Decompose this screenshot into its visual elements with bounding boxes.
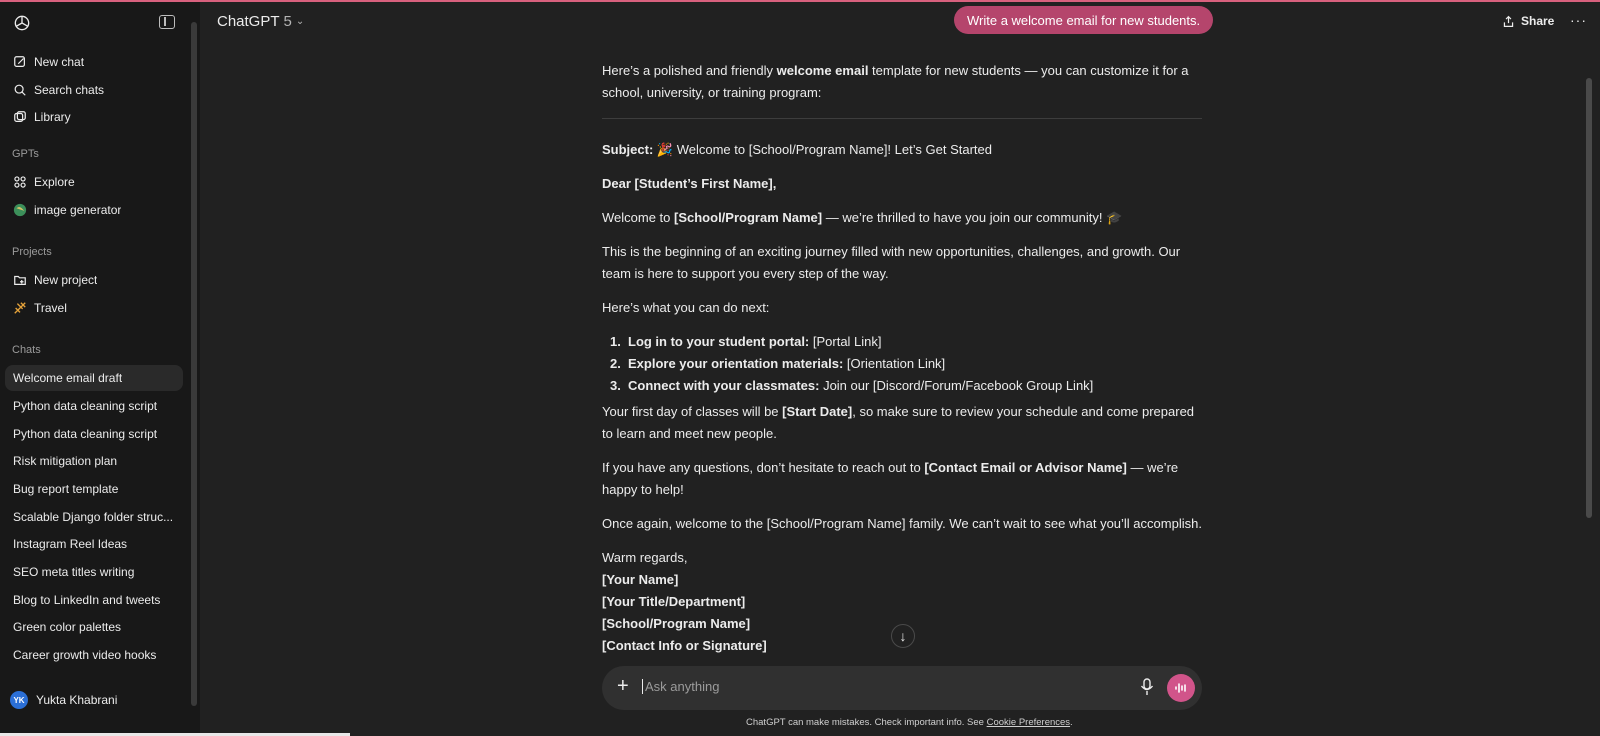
more-options-icon[interactable]: ··· [1570,12,1587,28]
waveform-icon [1175,683,1186,693]
chat-item-label: Instagram Reel Ideas [13,537,128,551]
share-label: Share [1521,14,1555,28]
sidebar-item-new-chat[interactable]: New chat [5,49,183,75]
chat-item-label: Python data cleaning script [13,399,158,413]
plus-icon[interactable]: + [617,675,629,698]
list-item: 2. Explore your orientation materials: [O… [610,356,946,371]
sidebar-item-library[interactable]: Library [5,104,183,130]
chat-item-label: Python data cleaning script [13,427,158,441]
chat-item[interactable]: Bug report template [5,476,183,502]
chat-item-label: Career growth video hooks [13,648,157,662]
chat-item[interactable]: Scalable Django folder struc... [5,504,183,530]
chat-item-label: Green color palettes [13,620,122,634]
chat-item[interactable]: Blog to LinkedIn and tweets [5,587,183,613]
sidebar-item-label: Search chats [34,83,105,97]
list-item: 3. Connect with your classmates: Join our… [610,378,1094,393]
sidebar-item-label: image generator [34,203,122,217]
sidebar-item-label: New project [34,273,98,287]
greeting: Dear [Student’s First Name], [602,176,777,191]
sidebar-item-label: Explore [34,175,75,189]
share-icon [1503,15,1514,27]
chat-item[interactable]: SEO meta titles writing [5,559,183,585]
openai-logo-icon[interactable] [12,13,32,33]
chat-item[interactable]: Green color palettes [5,614,183,640]
chat-item[interactable]: Career growth video hooks [5,642,183,668]
main-scrollbar[interactable] [1586,78,1592,518]
plane-icon [13,301,27,315]
grid-icon [13,175,27,189]
top-accent-line [0,0,1600,2]
chat-item[interactable]: Python data cleaning script [5,393,183,419]
sidebar-item-new-project[interactable]: New project [5,267,183,293]
disclaimer: ChatGPT can make mistakes. Check importa… [746,717,1073,728]
chat-item-welcome-email-draft[interactable]: Welcome email draft [5,365,183,391]
chevron-down-icon: ⌄ [295,16,305,27]
model-name: ChatGPT [217,13,280,30]
journey-paragraph: This is the beginning of an exciting jou… [602,244,1181,281]
chat-item[interactable]: Python data cleaning script [5,421,183,447]
sidebar-item-search-chats[interactable]: Search chats [5,77,183,103]
sidebar-item-image-generator[interactable]: image generator [5,197,183,223]
sidebar-item-label: Travel [34,301,67,315]
chat-item[interactable]: Risk mitigation plan [5,448,183,474]
sidebar-item-explore[interactable]: Explore [5,169,183,195]
intro-paragraph: Here’s a polished and friendly welcome e… [602,63,1189,100]
library-icon [13,110,27,124]
chat-item-label: Welcome email draft [13,371,123,385]
chat-item-label: Bug report template [13,482,119,496]
model-version: 5 [283,13,292,30]
user-name: Yukta Khabrani [36,693,118,707]
section-heading-projects: Projects [12,246,52,258]
sidebar-scrollbar[interactable] [191,22,197,706]
composer: + [602,666,1202,710]
sidebar-top [0,2,200,42]
divider [602,118,1202,119]
share-button[interactable]: Share [1502,14,1554,28]
edit-icon [13,55,27,69]
user-profile[interactable]: YK Yukta Khabrani [10,691,117,709]
next-steps-intro: Here’s what you can do next: [602,300,770,315]
prompt-input[interactable] [642,679,1082,694]
chat-item[interactable]: Instagram Reel Ideas [5,531,183,557]
folder-plus-icon [13,273,27,287]
sidebar-item-label: Library [34,110,71,124]
globe-icon [13,203,27,217]
subject-line: Subject: 🎉 Welcome to [School/Program Na… [602,142,992,157]
user-message-bubble: Write a welcome email for new students. [954,6,1214,34]
chat-item-label: Scalable Django folder struc... [13,510,174,524]
welcome-paragraph: Welcome to [School/Program Name] — we’re… [602,210,1123,225]
signature-line: [Your Name] [602,572,679,587]
assistant-message: Here’s a polished and friendly welcome e… [602,60,1202,657]
model-selector[interactable]: ChatGPT 5 ⌄ [217,13,304,30]
voice-mode-button[interactable] [1167,674,1195,702]
scroll-down-button[interactable]: ↓ [891,624,915,648]
closing-paragraph: Once again, welcome to the [School/Progr… [602,516,1202,531]
avatar: YK [10,691,28,709]
list-item: 1. Log in to your student portal: [Portal… [610,334,882,349]
sidebar-item-label: New chat [34,55,85,69]
sidebar-toggle-icon[interactable] [159,15,175,29]
microphone-icon[interactable] [1140,678,1154,696]
regards: Warm regards, [602,550,688,565]
first-day-paragraph: Your first day of classes will be [Start… [602,404,1195,441]
chat-item-label: Risk mitigation plan [13,454,118,468]
chat-item-label: SEO meta titles writing [13,565,135,579]
section-heading-chats: Chats [12,344,41,356]
sidebar-item-travel[interactable]: Travel [5,295,183,321]
section-heading-gpts: GPTs [12,148,39,160]
chat-scroll-area[interactable]: Here’s a polished and friendly welcome e… [200,40,1592,666]
signature-line: [Your Title/Department] [602,594,746,609]
search-icon [13,83,27,97]
cookie-preferences-link[interactable]: Cookie Preferences [987,717,1070,728]
next-steps-list: 1. Log in to your student portal: [Portal… [610,331,1202,397]
questions-paragraph: If you have any questions, don’t hesitat… [602,460,1179,497]
chat-item-label: Blog to LinkedIn and tweets [13,593,161,607]
arrow-down-icon: ↓ [899,628,907,644]
sidebar: New chat Search chats Library GPTs Explo… [0,2,200,736]
